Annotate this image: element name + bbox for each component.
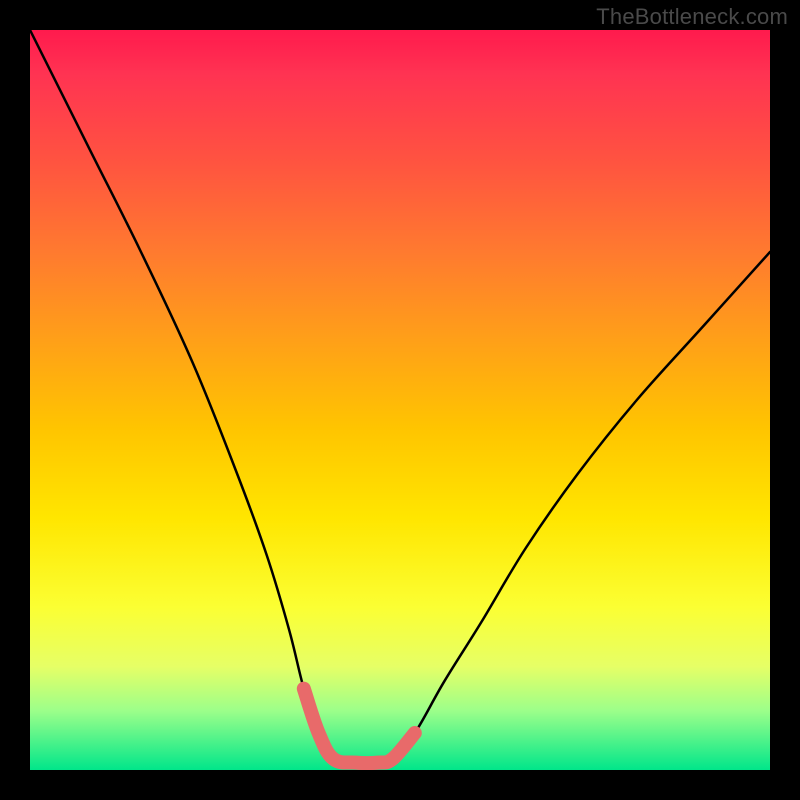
highlight-segment — [304, 689, 415, 763]
chart-plot-area — [30, 30, 770, 770]
bottleneck-curve — [30, 30, 770, 763]
watermark-text: TheBottleneck.com — [596, 4, 788, 30]
chart-svg — [30, 30, 770, 770]
chart-frame: TheBottleneck.com — [0, 0, 800, 800]
